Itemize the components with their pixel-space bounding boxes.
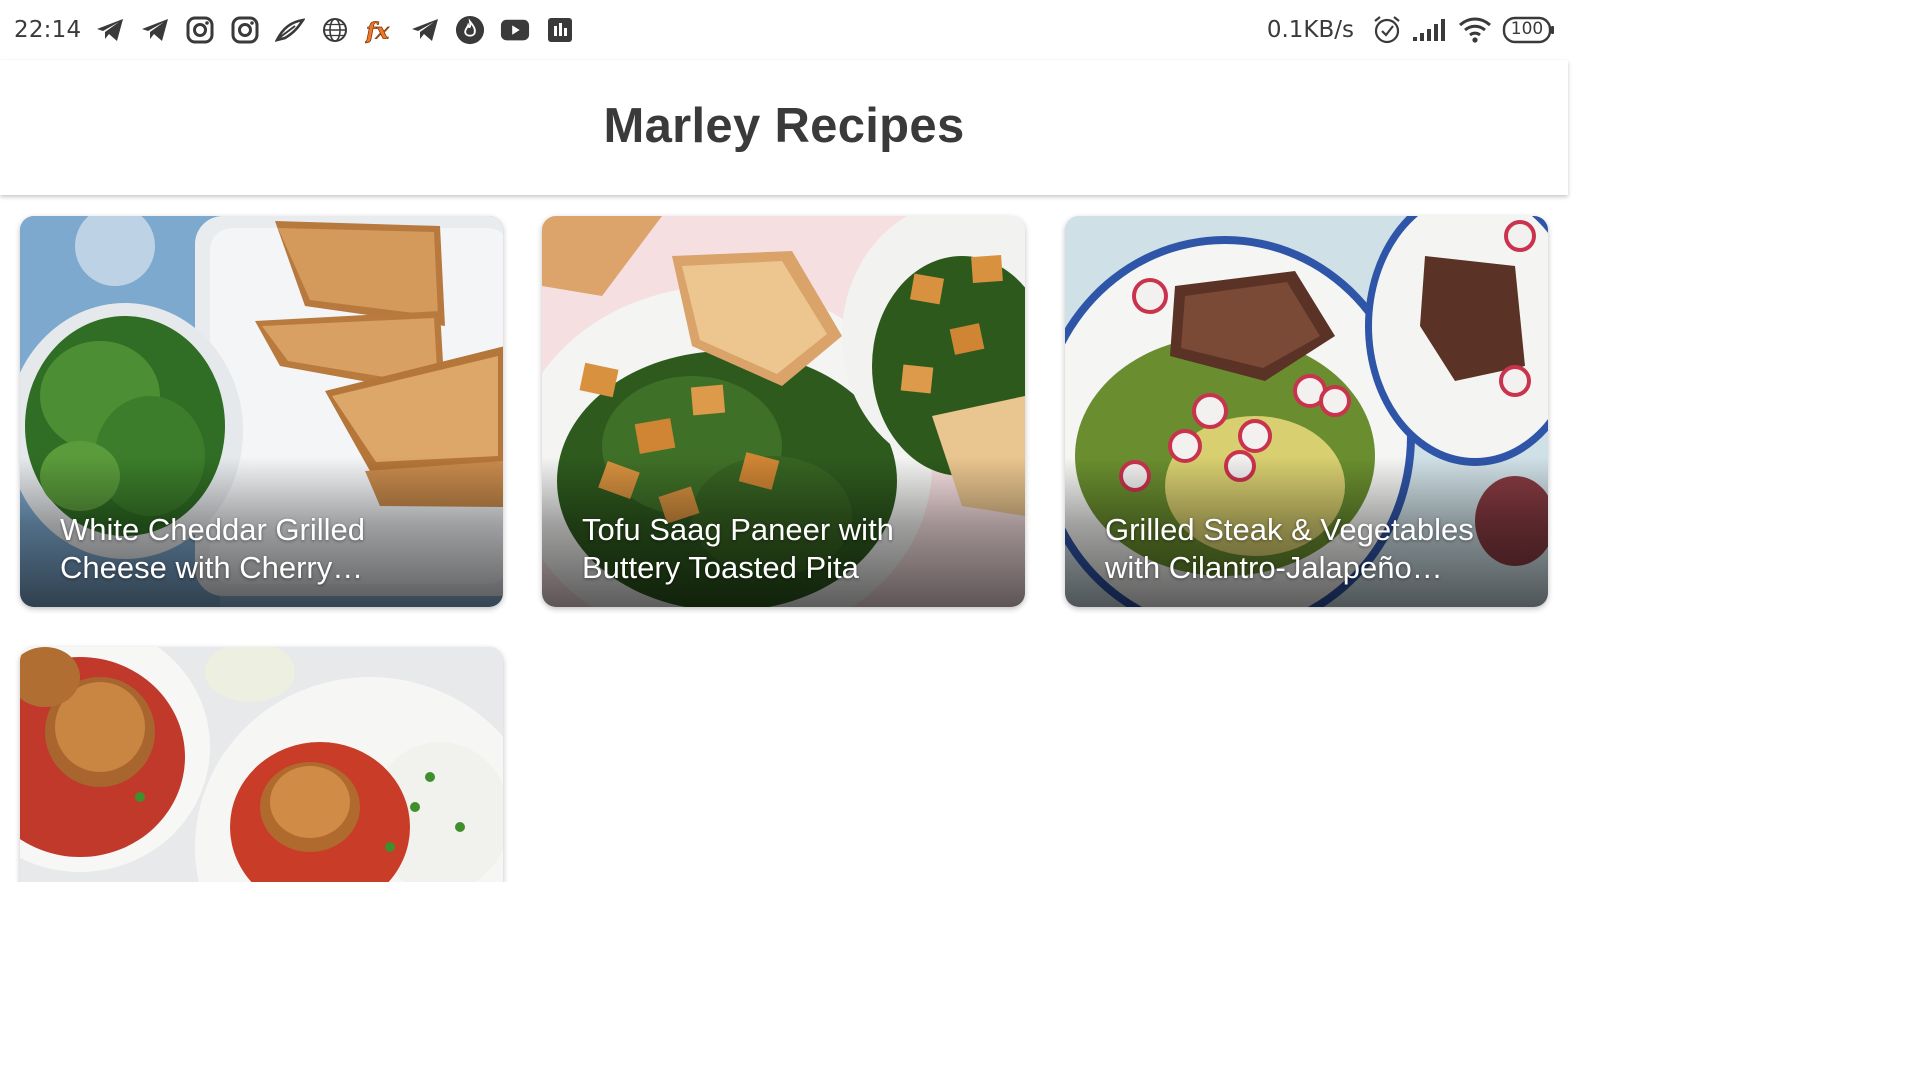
recipe-card[interactable]: Tofu Saag Paneer with Buttery Toasted Pi…	[542, 216, 1025, 607]
stats-app-icon	[545, 15, 575, 45]
recipe-card[interactable]	[20, 647, 503, 882]
feather-app-icon	[275, 15, 306, 45]
status-bar: 22:14 fx 0.1KB/s 100	[0, 0, 1568, 60]
fx-app-icon: fx	[365, 15, 395, 45]
status-bar-right: 0.1KB/s 100	[1267, 12, 1556, 48]
signal-icon	[1412, 17, 1448, 43]
recipe-image-chicken-rice	[20, 647, 503, 882]
battery-level: 100	[1510, 19, 1544, 39]
status-time: 22:14	[14, 17, 82, 43]
fire-app-icon	[455, 15, 485, 45]
telegram-icon	[140, 15, 170, 45]
instagram-icon	[185, 15, 215, 45]
recipe-title: White Cheddar Grilled Cheese with Cherry…	[60, 512, 365, 585]
recipe-title: Tofu Saag Paneer with Buttery Toasted Pi…	[582, 512, 894, 585]
app-bar: Marley Recipes	[0, 60, 1568, 195]
telegram-icon	[410, 15, 440, 45]
youtube-icon	[500, 15, 530, 45]
network-speed: 0.1KB/s	[1266, 17, 1354, 43]
recipe-card[interactable]: White Cheddar Grilled Cheese with Cherry…	[20, 216, 503, 607]
alarm-icon	[1372, 15, 1402, 45]
recipe-card[interactable]: Grilled Steak & Vegetables with Cilantro…	[1065, 216, 1548, 607]
recipe-grid: White Cheddar Grilled Cheese with Cherry…	[0, 195, 1568, 882]
svg-text:fx: fx	[365, 18, 390, 44]
page-title: Marley Recipes	[603, 99, 965, 153]
wifi-icon	[1458, 16, 1492, 44]
recipe-title: Grilled Steak & Vegetables with Cilantro…	[1105, 512, 1474, 585]
battery-icon: 100	[1502, 16, 1556, 44]
globe-icon	[320, 15, 350, 45]
status-bar-left: 22:14 fx	[14, 12, 590, 48]
telegram-icon	[95, 15, 125, 45]
instagram-icon	[230, 15, 260, 45]
